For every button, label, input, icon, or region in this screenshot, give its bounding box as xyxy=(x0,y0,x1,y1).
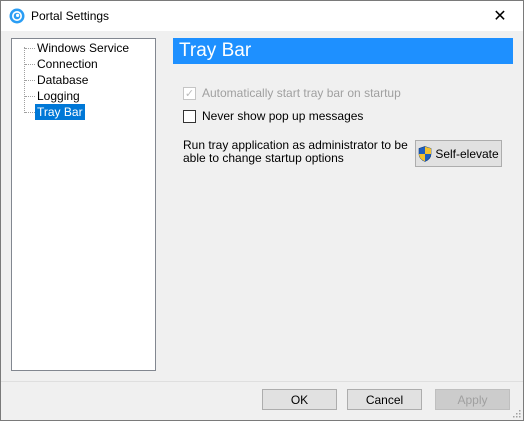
tree-item-label: Logging xyxy=(37,89,80,103)
ok-button[interactable]: OK xyxy=(262,389,337,410)
self-elevate-button[interactable]: Self-elevate xyxy=(415,140,502,167)
tree-connector xyxy=(25,96,35,97)
ok-label: OK xyxy=(290,392,309,407)
tree-item-connection[interactable]: Connection xyxy=(12,56,155,72)
close-icon: ✕ xyxy=(493,8,507,25)
tree-item-windows-service[interactable]: Windows Service xyxy=(12,40,155,56)
panel-title: Tray Bar xyxy=(179,40,252,61)
resize-grip-icon[interactable] xyxy=(511,408,521,418)
cancel-label: Cancel xyxy=(365,392,404,407)
window-title: Portal Settings xyxy=(31,9,110,23)
self-elevate-label: Self-elevate xyxy=(435,146,499,161)
settings-window: Portal Settings ✕ Windows Service Connec… xyxy=(0,0,524,421)
panel-header: Tray Bar xyxy=(173,38,513,64)
tree-item-label: Tray Bar xyxy=(35,104,85,120)
never-show-popups-row[interactable]: Never show pop up messages xyxy=(183,108,363,124)
tree-connector xyxy=(25,112,35,113)
auto-start-checkbox-row: ✓ Automatically start tray bar on startu… xyxy=(183,85,401,101)
never-show-popups-checkbox[interactable] xyxy=(183,109,196,123)
tree-connector xyxy=(25,64,35,65)
tree-item-logging[interactable]: Logging xyxy=(12,88,155,104)
tree-item-tray-bar[interactable]: Tray Bar xyxy=(12,104,155,120)
apply-label: Apply xyxy=(457,392,488,407)
tree-item-database[interactable]: Database xyxy=(12,72,155,88)
tree-item-label: Windows Service xyxy=(37,41,130,55)
uac-shield-icon xyxy=(419,145,432,162)
auto-start-label: Automatically start tray bar on startup xyxy=(202,86,401,100)
admin-note: Run tray application as administrator to… xyxy=(183,138,408,165)
close-button[interactable]: ✕ xyxy=(477,1,523,31)
cancel-button[interactable]: Cancel xyxy=(347,389,422,410)
portal-swirl-icon xyxy=(9,8,25,24)
tree-connector xyxy=(25,80,35,81)
auto-start-checkbox: ✓ xyxy=(183,86,196,100)
tree-connector xyxy=(25,48,35,49)
title-bar[interactable]: Portal Settings ✕ xyxy=(1,1,523,31)
settings-tree[interactable]: Windows Service Connection Database Logg… xyxy=(11,38,156,371)
never-show-popups-label[interactable]: Never show pop up messages xyxy=(202,109,363,123)
tree-item-label: Connection xyxy=(37,57,98,71)
apply-button: Apply xyxy=(435,389,510,410)
checkmark-icon: ✓ xyxy=(184,87,195,100)
tree-item-label: Database xyxy=(37,73,89,87)
